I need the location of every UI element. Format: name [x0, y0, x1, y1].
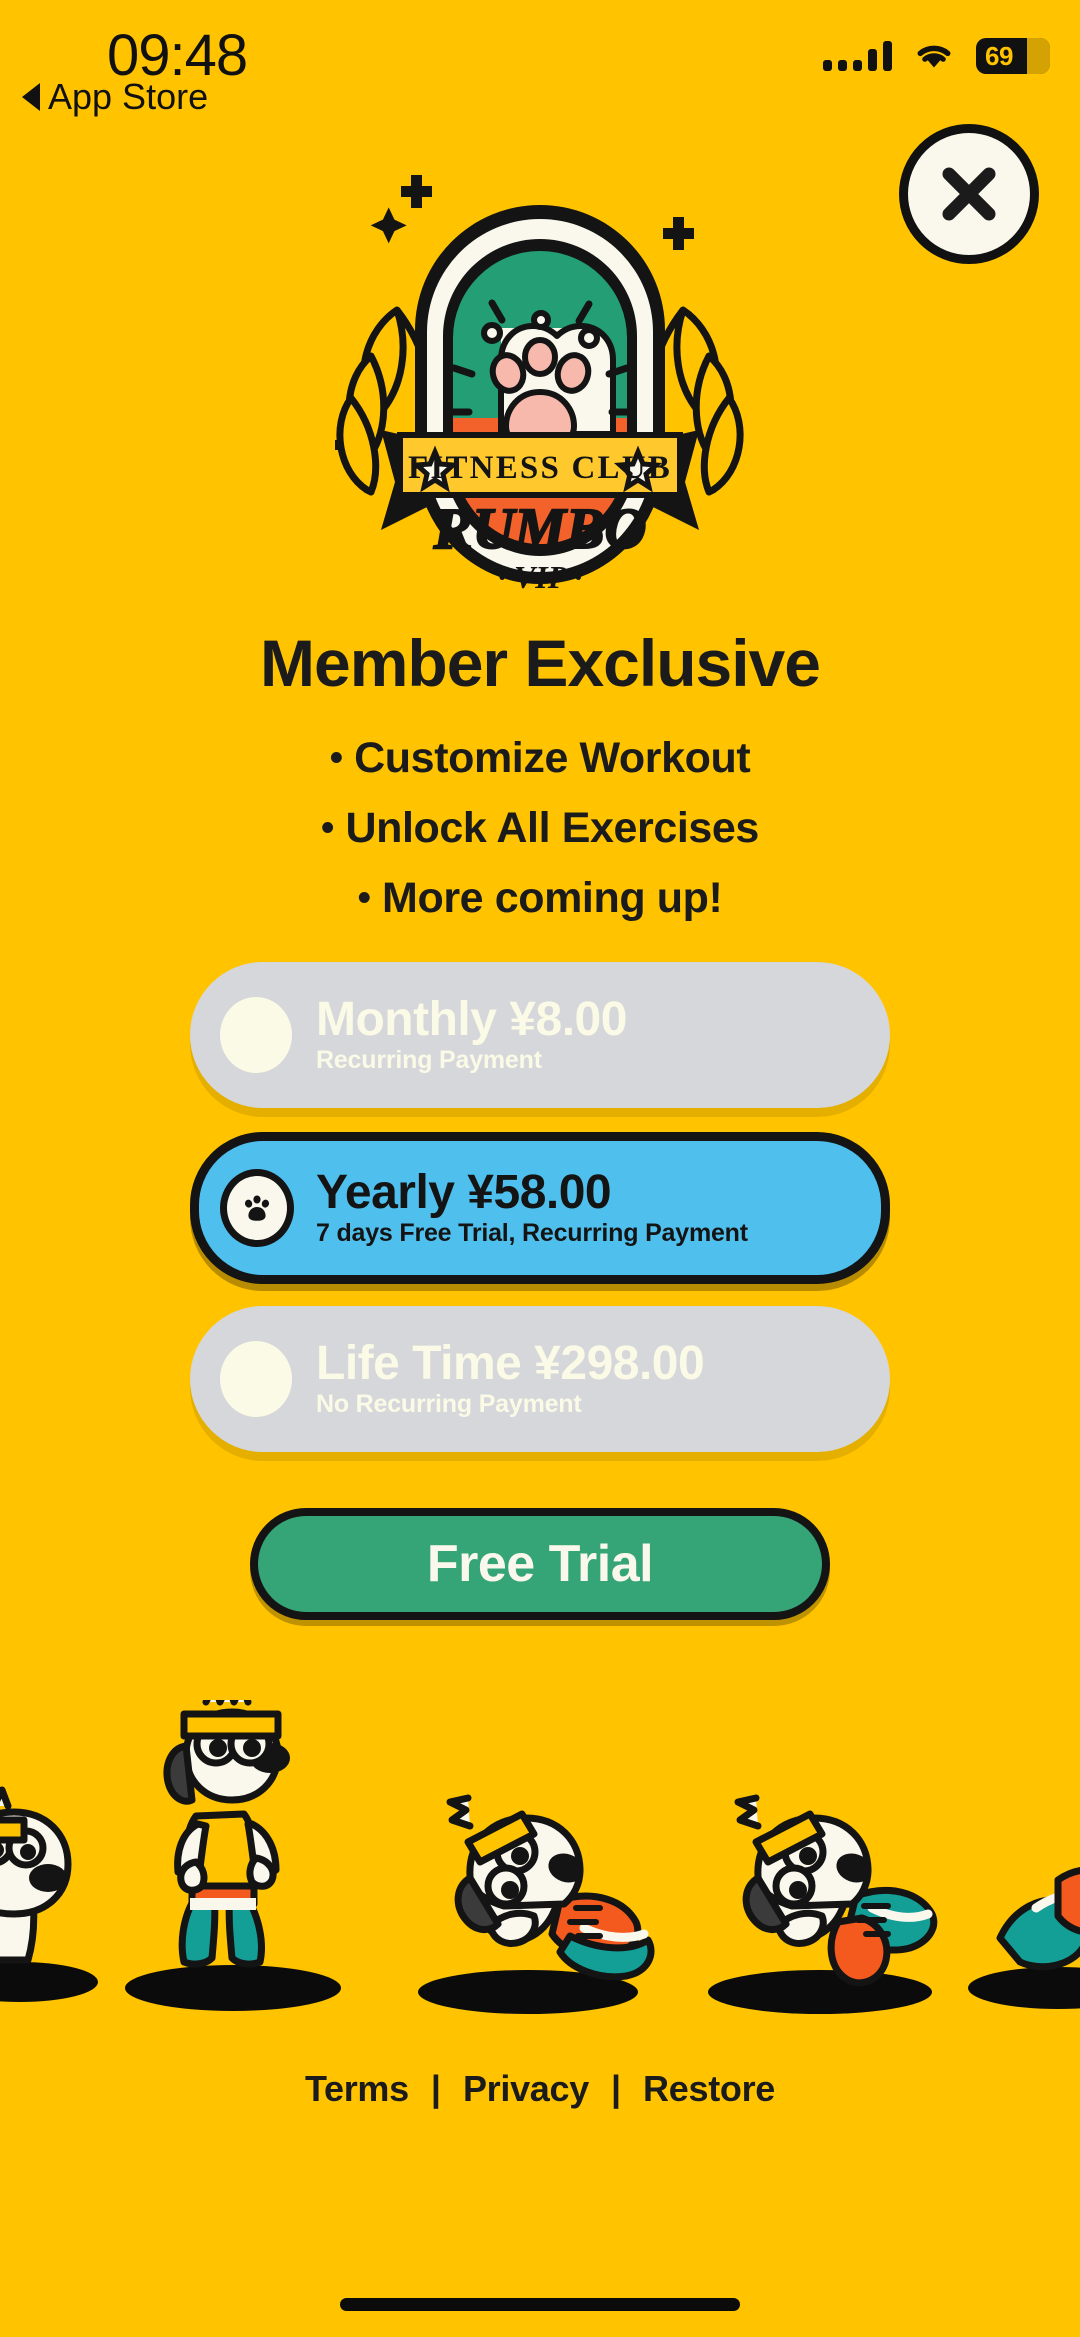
feature-list: • Customize Workout • Unlock All Exercis… [0, 723, 1080, 933]
badge-tier-text: · VIP · [498, 559, 582, 595]
signal-bars-icon [823, 41, 892, 71]
plan-option-lifetime[interactable]: Life Time ¥298.00 No Recurring Payment [190, 1306, 890, 1452]
wifi-icon [914, 41, 954, 71]
feature-label: Unlock All Exercises [345, 804, 759, 852]
terms-link[interactable]: Terms [305, 2068, 409, 2110]
bullet-icon: • [321, 807, 334, 849]
radio-selected-paw-icon[interactable] [220, 1169, 294, 1247]
plan-title: Life Time ¥298.00 [316, 1337, 705, 1391]
privacy-link[interactable]: Privacy [463, 2068, 589, 2110]
status-bar: 09:48 App Store 69 [0, 0, 1080, 118]
battery-percent-label: 69 [985, 40, 1013, 71]
fitness-club-badge-icon: FITNESS CLUB RUMBO · VIP · [335, 175, 744, 595]
radio-unselected-icon[interactable] [220, 1341, 292, 1417]
radio-unselected-icon[interactable] [220, 997, 292, 1073]
feature-label: Customize Workout [354, 734, 751, 782]
page-title: Member Exclusive [260, 626, 821, 700]
free-trial-label: Free Trial [426, 1535, 654, 1593]
list-item: • Customize Workout [0, 723, 1080, 793]
battery-icon: 69 [976, 38, 1050, 74]
list-item: • More coming up! [0, 863, 1080, 933]
plan-option-yearly[interactable]: Yearly ¥58.00 7 days Free Trial, Recurri… [190, 1132, 890, 1284]
badge-brand-text: RUMBO [433, 496, 647, 561]
paw-icon [244, 1195, 270, 1221]
brand-badge: FITNESS CLUB RUMBO · VIP · [0, 160, 1080, 615]
plan-title: Yearly ¥58.00 [316, 1166, 612, 1220]
back-arrow-icon [22, 83, 40, 111]
back-to-app-store-link[interactable]: App Store [22, 76, 208, 118]
exercising-dogs-illustration [0, 1700, 1080, 2014]
back-link-label: App Store [48, 76, 209, 117]
feature-label: More coming up! [382, 874, 723, 922]
bullet-icon: • [329, 737, 343, 779]
plan-options: Monthly ¥8.00 Recurring Payment Yearly ¥… [190, 962, 890, 1476]
badge-ribbon-text: FITNESS CLUB [408, 450, 672, 486]
plan-option-monthly[interactable]: Monthly ¥8.00 Recurring Payment [190, 962, 890, 1108]
plan-subtitle: 7 days Free Trial, Recurring Payment [316, 1218, 748, 1247]
list-item: • Unlock All Exercises [0, 793, 1080, 863]
paywall-screen: 09:48 App Store 69 FITNESS CLUB RUMBO · … [0, 0, 1080, 2337]
footer-separator: | [430, 2068, 441, 2109]
restore-link[interactable]: Restore [643, 2068, 775, 2110]
mascot-illustration-row [0, 1700, 1080, 2030]
footer-separator: | [610, 2068, 622, 2109]
home-indicator[interactable] [340, 2298, 740, 2311]
bullet-icon: • [357, 877, 371, 919]
status-bar-icons: 69 [823, 38, 1050, 74]
plan-subtitle: No Recurring Payment [316, 1389, 582, 1418]
footer-links: Terms | Privacy | Restore [0, 2068, 1080, 2110]
plan-title: Monthly ¥8.00 [316, 993, 627, 1047]
plan-subtitle: Recurring Payment [316, 1045, 542, 1074]
free-trial-button[interactable]: Free Trial [250, 1508, 830, 1620]
